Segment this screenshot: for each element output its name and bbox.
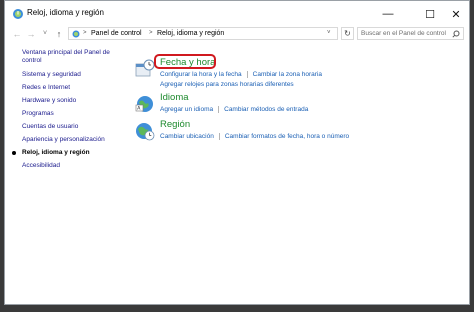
link-change-formats[interactable]: Cambiar formatos de fecha, hora o número (225, 133, 349, 140)
link-change-time-zone[interactable]: Cambiar la zona horaria (253, 71, 322, 78)
control-panel-icon (13, 9, 23, 19)
sidebar-item-label: Reloj, idioma y región (22, 149, 90, 156)
link-separator (218, 105, 220, 113)
globe-language-icon[interactable]: A (135, 94, 155, 114)
category-title-language[interactable]: Idioma (160, 92, 189, 103)
navigation-bar: ← → ˅ ↑ > Panel de control > Reloj, idio… (5, 27, 469, 41)
breadcrumb-panel-de-control[interactable]: Panel de control (91, 30, 142, 37)
sidebar-item-clock-language-region[interactable]: Reloj, idioma y región (12, 149, 127, 157)
sidebar-item-user-accounts[interactable]: Cuentas de usuario (22, 123, 127, 131)
sidebar-item-accessibility[interactable]: Accesibilidad (22, 162, 127, 170)
control-panel-window: Reloj, idioma y región — ☐ ✕ ← → ˅ ↑ > P… (4, 0, 470, 305)
sidebar-item-hardware-sound[interactable]: Hardware y sonido (22, 97, 127, 105)
refresh-button[interactable]: ↻ (341, 27, 354, 40)
breadcrumb-separator: > (149, 30, 153, 36)
category-links-language: Agregar un idioma Cambiar métodos de entr… (160, 105, 308, 115)
sidebar-item-programs[interactable]: Programas (22, 110, 127, 118)
category-title-region[interactable]: Región (160, 119, 190, 130)
link-separator (218, 132, 220, 140)
title-bar[interactable]: Reloj, idioma y región — ☐ ✕ (5, 1, 469, 27)
link-separator (246, 70, 248, 78)
category-links-date-time: Configurar la hora y la fecha Cambiar la … (160, 70, 322, 90)
recent-locations-icon[interactable]: ˅ (39, 28, 51, 40)
search-input[interactable]: Buscar en el Panel de control (357, 27, 464, 40)
sidebar-item-system-security[interactable]: Sistema y seguridad (22, 71, 127, 79)
link-add-language[interactable]: Agregar un idioma (160, 106, 213, 113)
globe-clock-icon[interactable] (135, 121, 155, 141)
current-item-bullet (12, 151, 16, 155)
window-title: Reloj, idioma y región (27, 8, 104, 17)
link-change-location[interactable]: Cambiar ubicación (160, 133, 214, 140)
link-set-time-date[interactable]: Configurar la hora y la fecha (160, 71, 242, 78)
breadcrumb-separator: > (83, 30, 87, 36)
minimize-button[interactable]: — (375, 3, 401, 25)
sidebar-item-network-internet[interactable]: Redes e Internet (22, 84, 127, 92)
sidebar-item-control-panel-home[interactable]: Ventana principal del Panel de control (22, 49, 122, 65)
close-button[interactable]: ✕ (443, 3, 469, 25)
link-add-clocks[interactable]: Agregar relojes para zonas horarias dife… (160, 81, 294, 88)
clock-calendar-icon[interactable] (135, 59, 155, 79)
search-icon[interactable] (452, 30, 460, 38)
sidebar-item-appearance[interactable]: Apariencia y personalización (22, 136, 127, 144)
forward-arrow-icon[interactable]: → (25, 28, 37, 40)
category-links-region: Cambiar ubicación Cambiar formatos de fec… (160, 132, 349, 142)
up-arrow-icon[interactable]: ↑ (53, 28, 65, 40)
highlight-box (154, 54, 216, 69)
link-change-input-methods[interactable]: Cambiar métodos de entrada (224, 106, 308, 113)
back-arrow-icon[interactable]: ← (11, 28, 23, 40)
maximize-button[interactable]: ☐ (417, 3, 443, 25)
address-bar[interactable]: > Panel de control > Reloj, idioma y reg… (68, 27, 338, 40)
address-dropdown-icon[interactable]: ˅ (327, 30, 331, 36)
breadcrumb-reloj-idioma-region[interactable]: Reloj, idioma y región (157, 30, 224, 37)
control-panel-icon (72, 30, 80, 38)
search-placeholder: Buscar en el Panel de control (361, 30, 446, 37)
sidebar: Ventana principal del Panel de control S… (12, 49, 127, 175)
